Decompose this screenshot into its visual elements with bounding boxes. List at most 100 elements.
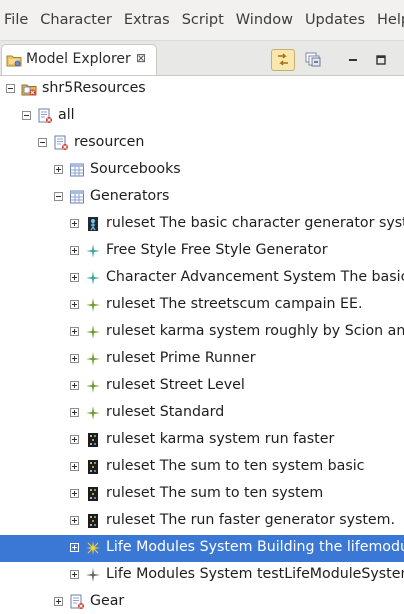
tree-item-label: Life Modules System testLifeModuleSystem [106, 566, 404, 582]
tree-item-label: ruleset The streetscum campain EE. [106, 296, 363, 312]
tree-item-label: shr5Resources [42, 80, 146, 96]
gray-star-icon [85, 567, 101, 583]
tree-item-label: Life Modules System Building the lifemod… [106, 539, 404, 555]
tree-item-label: ruleset The run faster generator system. [106, 512, 395, 528]
yellow-star-icon [85, 540, 101, 556]
green-star-icon [85, 351, 101, 367]
dark-dice-icon [85, 486, 101, 502]
expand-toggle-icon[interactable] [70, 327, 79, 336]
view-toolbar: Model Explorer ⊠ [0, 41, 404, 76]
tree-item[interactable]: ruleset The streetscum campain EE. [0, 292, 404, 319]
expand-toggle-icon[interactable] [70, 246, 79, 255]
tree-item[interactable]: Generators [0, 184, 404, 211]
link-with-editor-button[interactable] [271, 49, 295, 71]
resource-file-icon [37, 108, 53, 124]
tree-item[interactable]: shr5Resources [0, 76, 404, 103]
dark-dice-icon [85, 459, 101, 475]
collapse-all-icon [305, 52, 321, 67]
tree-item[interactable]: ruleset Standard [0, 400, 404, 427]
tree-item-label: ruleset The basic character generator sy… [106, 215, 404, 231]
expand-toggle-icon[interactable] [70, 462, 79, 471]
tree-item[interactable]: ruleset The sum to ten system basic [0, 454, 404, 481]
expand-toggle-icon[interactable] [70, 219, 79, 228]
menu-updates[interactable]: Updates [299, 0, 371, 40]
green-star-icon [85, 378, 101, 394]
resource-file-icon [69, 594, 85, 610]
tree-item[interactable]: Gear [0, 589, 404, 614]
tree-item-label: Generators [90, 188, 170, 204]
dark-dice-icon [85, 432, 101, 448]
dark-figure-icon [85, 216, 101, 232]
collapse-all-button[interactable] [302, 49, 326, 71]
green-star-icon [85, 405, 101, 421]
tree-item-label: ruleset The sum to ten system [106, 485, 324, 501]
menu-file[interactable]: File [0, 0, 34, 40]
menu-bar: File Character Extras Script Window Updates He… [0, 0, 404, 41]
tree-item[interactable]: Sourcebooks [0, 157, 404, 184]
teal-star-icon [85, 270, 101, 286]
tab-model-explorer[interactable]: Model Explorer ⊠ [1, 44, 157, 75]
minimize-icon [349, 59, 357, 61]
tree-item[interactable]: ruleset The basic character generator sy… [0, 211, 404, 238]
tree-item-label: ruleset Prime Runner [106, 350, 256, 366]
maximize-button[interactable] [369, 49, 393, 71]
tree-item-label: Gear [90, 593, 125, 609]
expand-toggle-icon[interactable] [54, 597, 63, 606]
project-icon [21, 81, 37, 97]
tree-item[interactable]: ruleset Prime Runner [0, 346, 404, 373]
model-tree[interactable]: shr5Resources all resourcen Sourcebooks Gene… [0, 76, 404, 614]
menu-help[interactable]: Help [371, 0, 404, 40]
collapse-toggle-icon[interactable] [22, 111, 31, 120]
menu-window[interactable]: Window [230, 0, 299, 40]
green-star-icon [85, 297, 101, 313]
tree-item[interactable]: Character Advancement System The basic a… [0, 265, 404, 292]
tree-item-label: ruleset The sum to ten system basic [106, 458, 365, 474]
resource-file-icon [53, 135, 69, 151]
table-icon [69, 162, 85, 178]
minimize-button[interactable] [341, 49, 365, 71]
tree-item-label: all [58, 107, 75, 123]
expand-toggle-icon[interactable] [70, 489, 79, 498]
collapse-toggle-icon[interactable] [54, 192, 63, 201]
table-icon [69, 189, 85, 205]
tree-item[interactable]: all [0, 103, 404, 130]
tree-item-label: resourcen [74, 134, 145, 150]
view-title: Model Explorer [26, 51, 131, 67]
tree-item[interactable]: resourcen [0, 130, 404, 157]
expand-toggle-icon[interactable] [70, 381, 79, 390]
tree-item[interactable]: ruleset karma system run faster [0, 427, 404, 454]
tree-item[interactable]: ruleset karma system roughly by Scion an… [0, 319, 404, 346]
expand-toggle-icon[interactable] [70, 300, 79, 309]
expand-toggle-icon[interactable] [54, 165, 63, 174]
tree-item[interactable]: ruleset The run faster generator system. [0, 508, 404, 535]
tree-item-label: Free Style Free Style Generator [106, 242, 328, 258]
menu-character[interactable]: Character [34, 0, 118, 40]
dark-dice-icon [85, 513, 101, 529]
collapse-toggle-icon[interactable] [38, 138, 47, 147]
collapse-toggle-icon[interactable] [6, 84, 15, 93]
tree-item[interactable]: Life Modules System Building the lifemod… [0, 535, 404, 562]
maximize-icon [376, 55, 386, 65]
close-icon[interactable]: ⊠ [136, 50, 146, 66]
link-with-editor-icon [278, 53, 288, 66]
expand-toggle-icon[interactable] [70, 354, 79, 363]
folder-icon [6, 55, 22, 67]
tree-item-label: ruleset Standard [106, 404, 225, 420]
tree-item-label: ruleset karma system roughly by Scion an… [106, 323, 404, 339]
expand-toggle-icon[interactable] [70, 516, 79, 525]
expand-toggle-icon[interactable] [70, 543, 79, 552]
expand-toggle-icon[interactable] [70, 273, 79, 282]
menu-script[interactable]: Script [176, 0, 230, 40]
tree-item-label: ruleset Street Level [106, 377, 245, 393]
teal-star-icon [85, 243, 101, 259]
tree-item[interactable]: ruleset The sum to ten system [0, 481, 404, 508]
tree-item[interactable]: Life Modules System testLifeModuleSystem [0, 562, 404, 589]
tree-item[interactable]: ruleset Street Level [0, 373, 404, 400]
tree-item[interactable]: Free Style Free Style Generator [0, 238, 404, 265]
expand-toggle-icon[interactable] [70, 570, 79, 579]
expand-toggle-icon[interactable] [70, 408, 79, 417]
expand-toggle-icon[interactable] [70, 435, 79, 444]
tree-item-label: Character Advancement System The basic a… [106, 269, 404, 285]
menu-extras[interactable]: Extras [118, 0, 176, 40]
tree-item-label: ruleset karma system run faster [106, 431, 335, 447]
